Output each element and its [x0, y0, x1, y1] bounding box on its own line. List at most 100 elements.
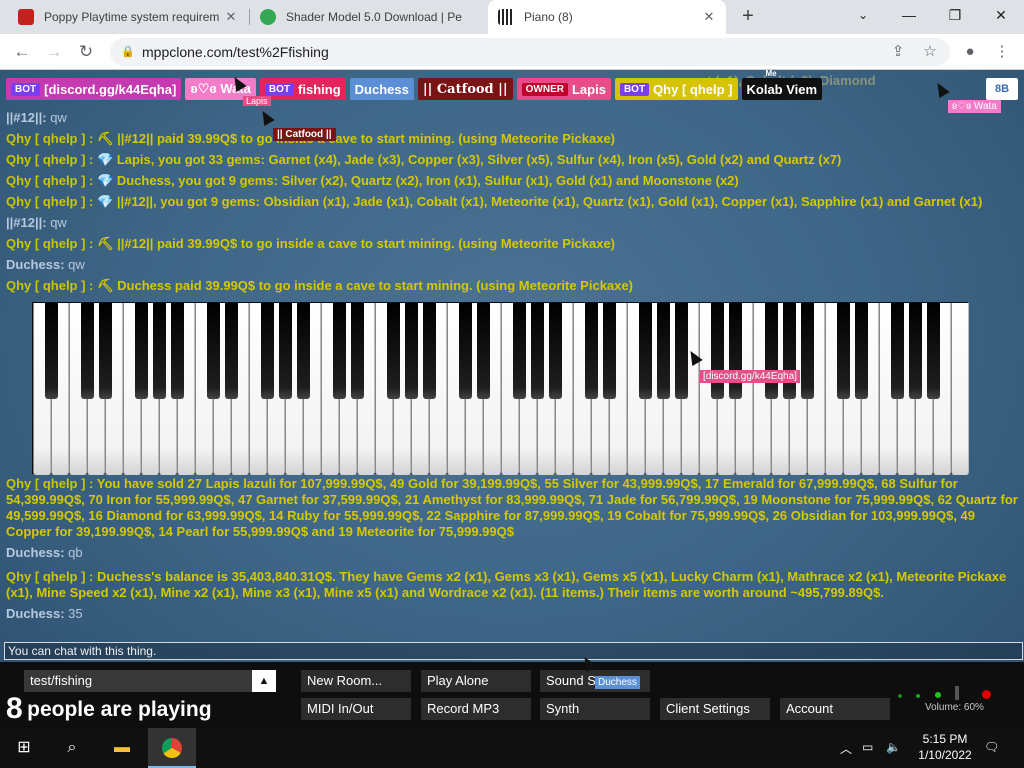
tab-close-icon[interactable]: ✕: [702, 9, 716, 25]
volume-indicator-icon: [935, 692, 941, 698]
client-settings-button[interactable]: Client Settings: [660, 698, 770, 720]
top-right-badge[interactable]: 8B: [986, 78, 1018, 100]
back-icon[interactable]: ←: [10, 40, 34, 64]
black-key[interactable]: [206, 303, 220, 399]
user-duchess[interactable]: Duchess: [349, 78, 414, 100]
user-fishing-bot[interactable]: BOT fishing: [259, 78, 346, 100]
network-icon[interactable]: ▭: [862, 740, 873, 754]
profile-icon[interactable]: ●: [958, 40, 982, 64]
share-icon[interactable]: ⇪: [886, 40, 910, 64]
black-key[interactable]: [908, 303, 922, 399]
black-key[interactable]: [44, 303, 58, 399]
black-key[interactable]: [80, 303, 94, 399]
black-key[interactable]: [728, 303, 742, 399]
system-clock[interactable]: 5:15 PM 1/10/2022: [915, 731, 975, 763]
black-key[interactable]: [710, 303, 724, 399]
user-lapis-owner[interactable]: OWNER Lapis: [516, 78, 611, 100]
menu-kebab-icon[interactable]: ⋮: [990, 40, 1014, 64]
chat-input[interactable]: You can chat with this thing.: [4, 642, 1023, 660]
play-alone-button[interactable]: Play Alone: [421, 670, 531, 692]
black-key[interactable]: [278, 303, 292, 399]
black-key[interactable]: [404, 303, 418, 399]
black-key[interactable]: [512, 303, 526, 399]
user-qhy-bot[interactable]: BOT Qhy [ qhelp ]: [614, 78, 738, 100]
volume-indicator-icon: [916, 694, 920, 698]
black-key[interactable]: [296, 303, 310, 399]
user-discord-bot[interactable]: BOT [discord.gg/k44Eqha]: [6, 78, 182, 100]
minimize-icon[interactable]: —: [886, 0, 932, 30]
record-mp3-button[interactable]: Record MP3: [421, 698, 531, 720]
black-key[interactable]: [926, 303, 940, 399]
volume-slider-handle[interactable]: [955, 686, 959, 700]
tray-chevron-icon[interactable]: ︿: [840, 740, 852, 757]
bookmark-star-icon[interactable]: ☆: [918, 40, 942, 64]
black-key[interactable]: [764, 303, 778, 399]
black-key[interactable]: [836, 303, 850, 399]
black-key[interactable]: [854, 303, 868, 399]
black-key[interactable]: [98, 303, 112, 399]
black-key[interactable]: [890, 303, 904, 399]
black-key[interactable]: [458, 303, 472, 399]
black-key[interactable]: [584, 303, 598, 399]
black-key[interactable]: [260, 303, 274, 399]
black-key[interactable]: [674, 303, 688, 399]
chrome-icon[interactable]: [148, 728, 196, 768]
black-key[interactable]: [476, 303, 490, 399]
file-explorer-icon[interactable]: ▬: [98, 728, 146, 768]
black-key[interactable]: [530, 303, 544, 399]
tab-shader-model[interactable]: Shader Model 5.0 Download | Pe: [250, 0, 486, 34]
tab-poppy-playtime[interactable]: Poppy Playtime system requirem ✕: [8, 0, 248, 34]
forward-icon[interactable]: →: [42, 40, 66, 64]
tab-title: Poppy Playtime system requirem: [44, 10, 220, 24]
black-key[interactable]: [134, 303, 148, 399]
bottom-controls: test/fishing ▲ 8 people are playing New …: [0, 662, 1024, 728]
close-window-icon[interactable]: ✕: [978, 0, 1024, 30]
black-key[interactable]: [170, 303, 184, 399]
tab-close-icon[interactable]: ✕: [224, 9, 238, 25]
black-key[interactable]: [332, 303, 346, 399]
synth-button[interactable]: Synth: [540, 698, 650, 720]
url-field[interactable]: 🔒 mppclone.com/test%2Ffishing: [110, 38, 950, 66]
notifications-icon[interactable]: 🗨: [984, 740, 999, 754]
new-tab-button[interactable]: +: [736, 5, 760, 29]
midi-in-out-button[interactable]: MIDI In/Out: [301, 698, 411, 720]
new-room-button[interactable]: New Room...: [301, 670, 411, 692]
player-count-text: people are playing: [27, 698, 212, 721]
tab-search-icon[interactable]: ⌄: [840, 0, 886, 30]
reload-icon[interactable]: ↻: [74, 40, 98, 64]
black-key[interactable]: [656, 303, 670, 399]
windows-start-icon[interactable]: ⊞: [0, 728, 48, 768]
cursor-label-discord: [discord.gg/k44Eqha]: [700, 370, 800, 383]
cursor-label-wata: ʚ♡ɞ Wata: [948, 100, 1001, 113]
chat-message: Qhy [ qhelp ] : You have sold 27 Lapis l…: [6, 476, 1018, 539]
speaker-muted-icon[interactable]: 🔈: [886, 740, 901, 754]
black-key[interactable]: [548, 303, 562, 399]
restore-icon[interactable]: ❐: [932, 0, 978, 30]
tab-title: Piano (8): [524, 10, 573, 24]
chat-message: Qhy [ qhelp ] : 💎 Duchess, you got 9 gem…: [6, 173, 739, 188]
tab-piano[interactable]: Piano (8) ✕: [488, 0, 726, 34]
chat-message: Qhy [ qhelp ] : Duchess's balance is 35,…: [6, 569, 1007, 600]
piano-keyboard[interactable]: [32, 302, 969, 475]
black-key[interactable]: [386, 303, 400, 399]
browser-tab-bar: Poppy Playtime system requirem ✕ Shader …: [0, 0, 1024, 34]
chat-message: Qhy [ qhelp ] : ⛏ ||#12|| paid 39.99Q$ t…: [6, 236, 615, 251]
black-key[interactable]: [638, 303, 652, 399]
account-button[interactable]: Account: [780, 698, 890, 720]
user-list: BOT [discord.gg/k44Eqha] ʚ♡ɞ Wata BOT fish…: [6, 70, 823, 100]
black-key[interactable]: [350, 303, 364, 399]
windows-taskbar: ⊞ ⌕ ▬ ︿ ▭ 🔈 5:15 PM 1/10/2022 🗨: [0, 728, 1024, 768]
user-kolab-viem-me[interactable]: Me Kolab Viem: [741, 70, 823, 100]
cursor-label-duchess: Duchess: [595, 676, 640, 689]
black-key[interactable]: [152, 303, 166, 399]
search-icon[interactable]: ⌕: [48, 728, 96, 768]
black-key[interactable]: [224, 303, 238, 399]
room-name-field[interactable]: test/fishing: [24, 670, 276, 692]
black-key[interactable]: [782, 303, 796, 399]
black-key[interactable]: [422, 303, 436, 399]
cursor-label-lapis: Lapis: [243, 96, 271, 106]
black-key[interactable]: [602, 303, 616, 399]
black-key[interactable]: [800, 303, 814, 399]
room-list-toggle-icon[interactable]: ▲: [252, 670, 276, 692]
user-catfood[interactable]: || Catfood ||: [417, 78, 513, 100]
